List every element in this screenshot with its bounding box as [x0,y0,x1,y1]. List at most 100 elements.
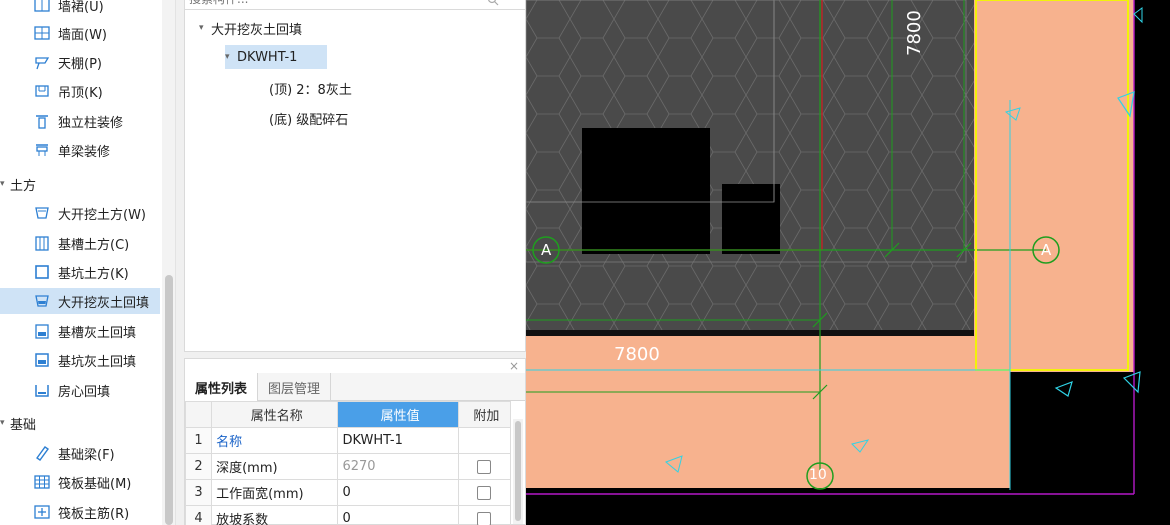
close-icon[interactable]: × [509,359,519,373]
extra-checkbox[interactable] [477,459,492,474]
wall-surface-icon [34,25,50,41]
search-input[interactable] [189,0,489,8]
properties-tabs: 属性列表 图层管理 [185,373,525,401]
nav-item-label: 大开挖土方(W) [58,207,146,223]
nav-item-trench-backfill[interactable]: 基槽灰土回填 [0,318,160,344]
trench-icon [34,235,50,251]
backfill-right-strip [974,0,1134,372]
drawing-canvas[interactable]: A A 10 7800 7800 [526,0,1170,525]
nav-item-label: 筏板主筋(R) [58,506,130,522]
column-finish-icon [34,113,50,129]
properties-table: 属性名称 属性值 附加 1 名称 DKWHT-1 2 深度(mm) 6270 3… [184,401,512,525]
tree-node-label: (底) 级配碎石 [269,112,349,128]
nav-item-pit[interactable]: 基坑土方(K) [0,259,160,285]
raft-rebar-icon [34,504,50,520]
row-number: 2 [184,453,213,480]
chevron-down-icon: ▾ [225,52,230,62]
property-name: 名称 [211,427,339,454]
extra-cell [457,453,512,480]
opening-small [722,184,780,254]
chevron-down-icon: ▾ [199,23,204,33]
property-value-input[interactable]: 6270 [337,453,459,480]
nav-item-label: 基坑灰土回填 [58,354,137,370]
search-box [185,0,525,10]
tree-node-root[interactable]: ▾ 大开挖灰土回填 [199,16,302,40]
property-value-input[interactable]: DKWHT-1 [337,427,459,454]
nav-group-earthwork[interactable]: ▾ 土方 [0,171,36,197]
nav-item-ceiling[interactable]: 天棚(P) [0,49,160,75]
component-list: ▾ 大开挖灰土回填 ▾ DKWHT-1 (顶) 2：8灰土 (底) 级配碎石 [184,0,526,352]
cad-drawing [526,0,1143,495]
nav-item-trench[interactable]: 基槽土方(C) [0,230,160,256]
nav-group-foundation[interactable]: ▾ 基础 [0,410,36,436]
table-row[interactable]: 4 放坡系数 0 [184,505,512,525]
property-name: 工作面宽(mm) [211,479,339,506]
chevron-down-icon: ▾ [0,179,5,189]
sidebar-scrollbar[interactable] [162,0,175,525]
excavation-icon [34,205,50,221]
nav-item-foundation-beam[interactable]: 基础梁(F) [0,440,160,466]
nav-item-wall-surface[interactable]: 墙面(W) [0,20,160,46]
column-header-value: 属性值 [337,401,459,428]
row-number: 4 [184,505,213,525]
room-backfill-icon [34,382,50,398]
extra-cell [457,479,512,506]
nav-item-label: 墙裙(U) [58,0,104,15]
table-row[interactable]: 2 深度(mm) 6270 [184,453,512,480]
property-value-input[interactable]: 0 [337,479,459,506]
column-header-name: 属性名称 [211,401,339,428]
nav-item-excavation[interactable]: 大开挖土方(W) [0,200,160,226]
tree-node-dkwht-1[interactable]: ▾ DKWHT-1 [225,45,328,69]
nav-item-wainscot[interactable]: 墙裙(U) [0,0,160,18]
sidebar-scroll-thumb[interactable] [165,275,173,525]
nav-group-label: 基础 [10,417,37,433]
nav-item-raft-foundation[interactable]: 筏板基础(M) [0,469,160,495]
tree-node-bottom-layer[interactable]: (底) 级配碎石 [269,106,348,130]
nav-item-pit-backfill[interactable]: 基坑灰土回填 [0,347,160,373]
nav-item-raft-rebar[interactable]: 筏板主筋(R) [0,499,160,525]
nav-item-label: 墙面(W) [58,27,107,43]
extra-cell [457,505,512,525]
nav-item-label: 大开挖灰土回填 [58,295,150,311]
row-number: 3 [184,479,213,506]
chevron-down-icon: ▾ [0,418,5,428]
trench-backfill-icon [34,323,50,339]
tab-property-list[interactable]: 属性列表 [185,373,259,401]
property-name: 放坡系数 [211,505,339,525]
axis-label-10: 10 [809,467,827,483]
property-value-input[interactable]: 0 [337,505,459,525]
nav-item-label: 基槽土方(C) [58,237,130,253]
nav-item-label: 吊顶(K) [58,85,103,101]
extra-checkbox[interactable] [477,485,492,500]
nav-item-excavation-backfill[interactable]: 大开挖灰土回填 [0,288,160,314]
table-row[interactable]: 1 名称 DKWHT-1 [184,427,512,454]
nav-item-beam-finish[interactable]: 单梁装修 [0,137,160,163]
nav-item-label: 独立柱装修 [58,115,124,131]
search-icon[interactable] [487,0,499,6]
pit-backfill-icon [34,352,50,368]
beam-finish-icon [34,142,50,158]
dimension-horizontal: 7800 [614,344,660,365]
axis-label-a-left: A [541,241,552,259]
tree-node-top-layer[interactable]: (顶) 2：8灰土 [269,76,352,100]
table-row[interactable]: 3 工作面宽(mm) 0 [184,479,512,506]
pit-icon [34,264,50,280]
wainscot-icon [34,0,50,13]
foundation-beam-icon [34,445,50,461]
tree-node-label: 大开挖灰土回填 [211,22,303,38]
backfill-bottom-strip [526,336,1010,488]
properties-scroll-thumb[interactable] [515,421,521,521]
nav-item-label: 基坑土方(K) [58,266,129,282]
nav-item-suspended-ceiling[interactable]: 吊顶(K) [0,78,160,104]
nav-group-label: 土方 [10,178,37,194]
property-name: 深度(mm) [211,453,339,480]
nav-item-label: 筏板基础(M) [58,476,132,492]
nav-item-room-backfill[interactable]: 房心回填 [0,377,160,403]
opening-large [582,128,710,254]
component-tree-sidebar: 墙裙(U) 墙面(W) 天棚(P) 吊顶(K) 独立柱装修 单梁装修 ▾ 土方 [0,0,176,525]
tab-layer-management[interactable]: 图层管理 [258,373,332,401]
extra-checkbox[interactable] [477,511,492,525]
nav-item-column-finish[interactable]: 独立柱装修 [0,108,160,134]
extra-cell [457,427,512,454]
properties-scrollbar[interactable] [513,419,523,524]
